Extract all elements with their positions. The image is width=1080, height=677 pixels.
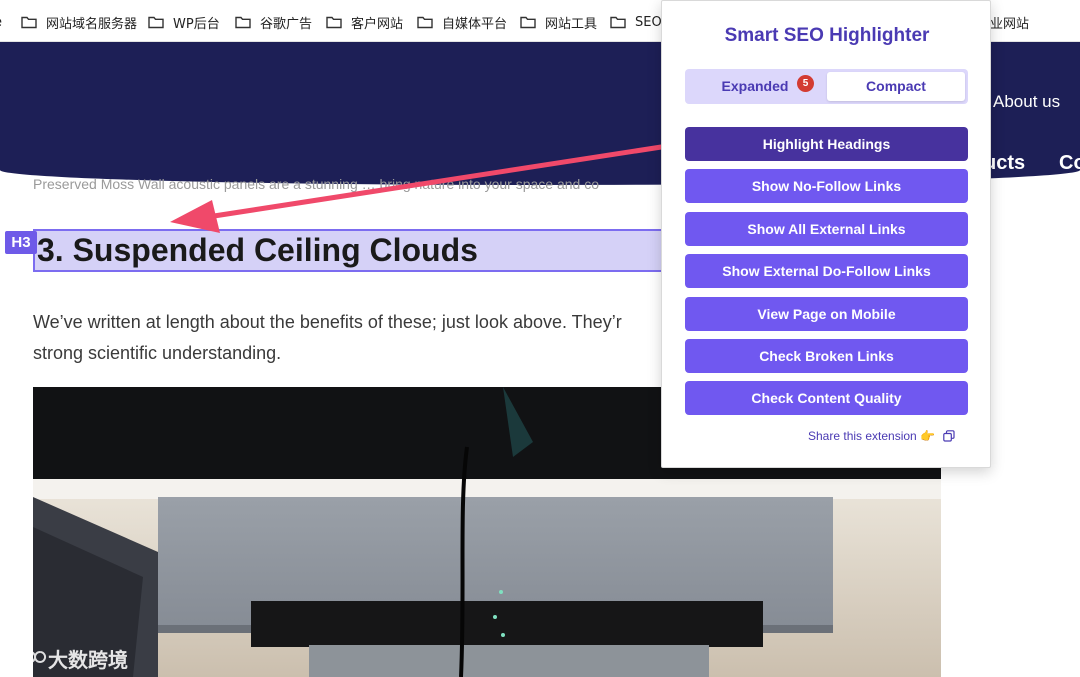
smart-seo-highlighter-popup: Smart SEO Highlighter Expanded 5 Compact…: [661, 0, 991, 468]
toggle-compact[interactable]: Compact: [827, 72, 965, 101]
notification-badge: 5: [797, 75, 814, 92]
popup-title: Smart SEO Highlighter: [724, 25, 930, 46]
show-external-dofollow-links-button[interactable]: Show External Do-Follow Links: [685, 254, 968, 288]
view-page-on-mobile-button[interactable]: View Page on Mobile: [685, 297, 968, 331]
view-mode-toggle: Expanded 5 Compact: [685, 69, 968, 104]
share-label: Share this extension 👉: [808, 429, 936, 443]
show-external-links-button[interactable]: Show All External Links: [685, 212, 968, 246]
check-broken-links-button[interactable]: Check Broken Links: [685, 339, 968, 373]
check-content-quality-button[interactable]: Check Content Quality: [685, 381, 968, 415]
highlight-headings-button[interactable]: Highlight Headings: [685, 127, 968, 161]
share-extension-link[interactable]: Share this extension 👉: [808, 429, 955, 443]
toggle-expanded-label: Expanded: [721, 78, 789, 94]
show-nofollow-links-button[interactable]: Show No-Follow Links: [685, 169, 968, 203]
copy-icon[interactable]: [943, 430, 955, 442]
